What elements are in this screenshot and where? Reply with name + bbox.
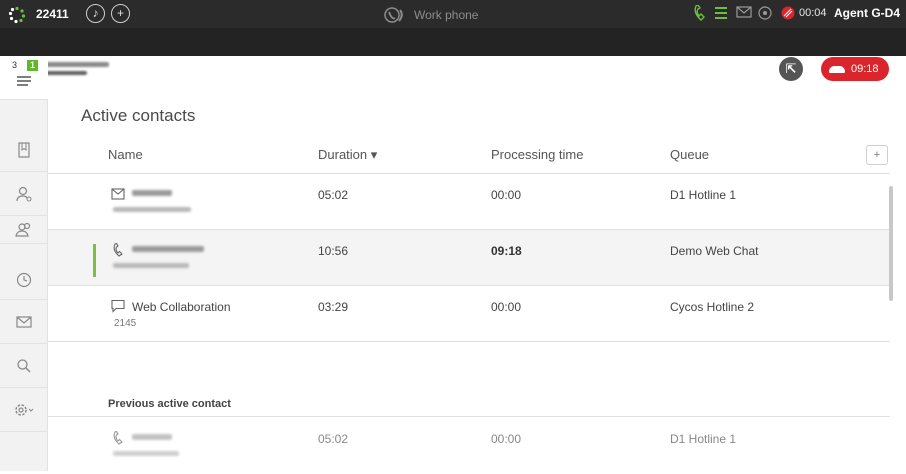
- settings-icon: [15, 403, 34, 416]
- music-note-icon[interactable]: ♪: [86, 4, 105, 23]
- table-row[interactable]: Web Collaboration 2145 03:29 00:00 Cycos…: [48, 286, 890, 342]
- column-queue[interactable]: Queue: [670, 147, 709, 162]
- table-row[interactable]: 05:02 00:00 D1 Hotline 1: [48, 418, 890, 474]
- new-badge: 1: [27, 60, 38, 71]
- hangup-icon: [829, 66, 845, 73]
- transfer-icon[interactable]: ⇱: [779, 57, 803, 81]
- column-duration[interactable]: Duration ▾: [318, 147, 377, 163]
- previous-contact-heading: Previous active contact: [108, 398, 231, 410]
- user-add-icon: [16, 186, 32, 201]
- contact-name-redacted: [132, 190, 172, 196]
- call-row: ⇱ 09:18: [0, 28, 906, 81]
- queue-cell: Demo Web Chat: [670, 244, 759, 258]
- book-icon: [18, 141, 30, 158]
- users-icon: [15, 222, 31, 237]
- add-call-icon[interactable]: +: [111, 4, 130, 23]
- queue-cell: D1 Hotline 1: [670, 432, 737, 446]
- hangup-button[interactable]: 09:18: [821, 57, 889, 81]
- column-name[interactable]: Name: [108, 147, 143, 162]
- sidebar-item-teams[interactable]: [0, 216, 48, 244]
- sidebar-item-history[interactable]: [0, 260, 48, 300]
- duration-cell: 03:29: [318, 300, 349, 314]
- phone-icon[interactable]: [693, 5, 705, 21]
- processing-cell: 09:18: [491, 244, 522, 258]
- scrollbar[interactable]: [889, 186, 893, 301]
- phone-icon: [113, 243, 123, 257]
- top-bar: 22411 ♪ + Work phone 00:04 Agent G-D4 ⌄ …: [0, 0, 906, 81]
- table-row[interactable]: 10:56 09:18 Demo Web Chat: [48, 230, 890, 286]
- web-status-icon[interactable]: [757, 5, 773, 21]
- contact-name: Web Collaboration: [132, 300, 231, 314]
- sidebar-item-book[interactable]: [0, 128, 48, 172]
- sidebar: 3 1: [0, 56, 48, 471]
- mail-icon: [111, 188, 125, 200]
- processing-cell: 00:00: [491, 432, 522, 446]
- sidebar-item-search[interactable]: [0, 344, 48, 388]
- page-title: Active contacts: [81, 106, 196, 125]
- active-indicator: [93, 244, 96, 277]
- phone-mode[interactable]: Work phone: [384, 5, 478, 25]
- contact-detail-redacted: [113, 207, 191, 212]
- chat-icon: [111, 299, 125, 313]
- sidebar-item-mail[interactable]: [0, 300, 48, 344]
- processing-cell: 00:00: [491, 188, 522, 202]
- contact-detail: 2145: [114, 318, 137, 329]
- status-timer: 00:04: [799, 7, 827, 19]
- sidebar-item-active-contacts[interactable]: 3 1: [0, 56, 48, 100]
- busy-status-icon[interactable]: [780, 5, 796, 21]
- phone-icon: [113, 431, 123, 445]
- queue-count: 3: [12, 60, 18, 70]
- loading-dots-icon: [8, 6, 26, 24]
- contact-name-redacted: [132, 246, 204, 252]
- phone-mode-label: Work phone: [414, 8, 479, 22]
- contact-name-redacted: [132, 434, 172, 440]
- table-row[interactable]: 05:02 00:00 D1 Hotline 1: [48, 174, 890, 230]
- duration-cell: 10:56: [318, 244, 349, 258]
- mail-icon: [16, 315, 32, 328]
- clock-icon: [16, 272, 32, 287]
- add-column-button[interactable]: +: [866, 145, 888, 165]
- section-divider: [48, 416, 890, 417]
- sidebar-item-settings[interactable]: [0, 388, 48, 432]
- queue-cell: D1 Hotline 1: [670, 188, 737, 202]
- duration-cell: 05:02: [318, 188, 349, 202]
- list-icon: [17, 75, 31, 86]
- processing-cell: 00:00: [491, 300, 522, 314]
- status-row: 22411 ♪ + Work phone 00:04 Agent G-D4 ⌄: [0, 0, 906, 34]
- queue-cell: Cycos Hotline 2: [670, 300, 755, 314]
- duration-cell: 05:02: [318, 432, 349, 446]
- chat-toggle-icon[interactable]: [713, 5, 729, 21]
- call-duration: 09:18: [851, 63, 879, 75]
- pause-icon[interactable]: [451, 62, 463, 76]
- column-processing-time[interactable]: Processing time: [491, 147, 583, 162]
- sidebar-item-contacts[interactable]: [0, 172, 48, 216]
- contact-detail-redacted: [113, 263, 189, 268]
- contact-detail-redacted: [113, 451, 179, 456]
- extension-number: 22411: [36, 7, 69, 21]
- work-phone-icon: [384, 7, 403, 23]
- mail-status-icon[interactable]: [736, 5, 752, 19]
- search-icon: [17, 358, 31, 373]
